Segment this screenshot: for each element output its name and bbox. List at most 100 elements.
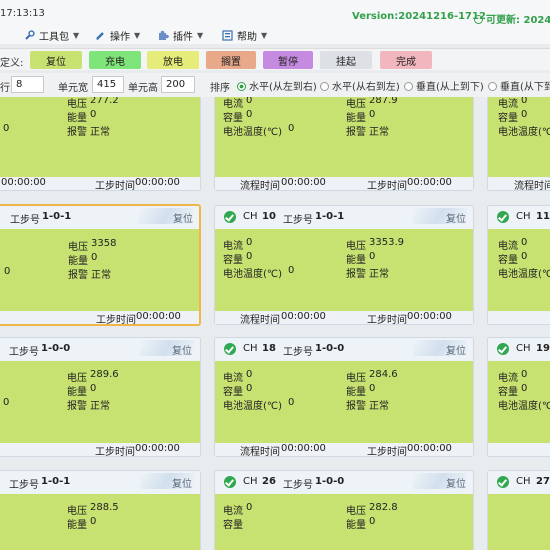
flow-time-label: 流程时间 [240, 181, 280, 192]
check-circle-icon [497, 476, 509, 488]
channel-card-footer: 流程时间 00:00:00 工步时间 00:00:00 [215, 311, 473, 326]
wrench-icon [24, 29, 35, 41]
channel-card[interactable]: CH 18 工步号 1-0-0 复位 电流 0 电压 284.6 容量 0 能量… [214, 337, 474, 458]
check-circle-icon [224, 211, 236, 223]
battery-temp-label: 电池温度(℃) [498, 269, 550, 280]
pencil-icon [95, 30, 106, 41]
menu-operate-label: 操作 [110, 31, 130, 43]
alarm-value: 正常 [90, 401, 110, 412]
step-time-value: 00:00:00 [135, 443, 180, 454]
sort-horizontal-ltr-label: 水平(从左到右) [249, 82, 317, 93]
channel-card-header: CH 27 [488, 471, 550, 494]
voltage-value: 287.9 [369, 97, 398, 106]
menu-operate[interactable]: 操作 ▼ [95, 29, 141, 43]
reset-link[interactable]: 复位 [173, 210, 193, 225]
channel-card[interactable]: 电压 277.2 能量 0 0 报警 正常 00:00:00 工步时间 00:0… [0, 97, 201, 192]
capacity-label: 容量 [223, 255, 243, 266]
menu-bar: 17:13:13 工具包 ▼ 操作 ▼ 插件 ▼ 帮助 ▼ Version:20… [0, 0, 550, 44]
flow-time-value: 00:00:00 [1, 177, 46, 188]
channel-card-body [215, 494, 473, 550]
status-complete-button[interactable]: 完成 [380, 51, 432, 69]
capacity-value: 0 [246, 251, 253, 262]
menu-plugin[interactable]: 插件 ▼ [158, 29, 203, 43]
voltage-value: 284.6 [369, 369, 398, 380]
channel-card[interactable]: CH 19 电流 0 容量 0 电池温度(℃) [487, 337, 550, 457]
energy-label: 能量 [346, 113, 366, 124]
step-label: 工步号 [283, 347, 313, 358]
status-rest-button[interactable]: 搁置 [206, 51, 256, 69]
reset-link[interactable]: 复位 [172, 475, 192, 490]
step-time-value: 00:00:00 [136, 311, 181, 322]
ch-label: CH [516, 343, 531, 354]
reset-link[interactable]: 复位 [446, 210, 466, 225]
capacity-label: 容量 [498, 255, 518, 266]
radio-icon [488, 82, 497, 91]
battery-temp-label: 电池温度(℃) [498, 127, 550, 138]
step-time-label: 工步时间 [367, 315, 407, 326]
sort-vertical-btt-label: 垂直(从下到 [500, 82, 550, 93]
energy-value: 0 [90, 516, 97, 527]
status-suspend-button[interactable]: 挂起 [320, 51, 372, 69]
sort-horizontal-rtl-radio[interactable]: 水平(从右到左) [320, 78, 400, 93]
puzzle-icon [158, 30, 169, 41]
step-time-label: 工步时间 [367, 447, 407, 458]
alarm-value: 正常 [369, 269, 389, 280]
menu-help[interactable]: 帮助 ▼ [222, 29, 268, 43]
ch-label: CH [516, 211, 531, 222]
current-label: 电流 [223, 506, 243, 517]
sort-vertical-btt-radio[interactable]: 垂直(从下到 [488, 78, 550, 93]
channel-card[interactable]: 电流 0 电压 287.9 容量 0 能量 0 电池温度(℃) 0 报警 正常 … [214, 97, 474, 192]
reset-link[interactable]: 复位 [446, 342, 466, 357]
status-charge-button[interactable]: 充电 [89, 51, 141, 69]
alarm-label: 报警 [346, 401, 366, 412]
capacity-label: 容量 [223, 113, 243, 124]
alarm-label: 报警 [67, 401, 87, 412]
step-time-value: 00:00:00 [407, 177, 452, 188]
flow-time-label: 流程时间 [240, 315, 280, 326]
step-time-label: 工步时间 [95, 181, 135, 192]
temp-value: 0 [3, 123, 10, 134]
radio-selected-icon [237, 82, 246, 91]
update-link[interactable]: 可更新: 20241 [474, 11, 550, 26]
status-pause-button[interactable]: 暂停 [263, 51, 313, 69]
sort-horizontal-ltr-radio[interactable]: 水平(从左到右) [237, 78, 317, 93]
reset-link[interactable]: 复位 [172, 342, 192, 357]
channel-card-header: CH 10 工步号 1-0-1 复位 [215, 206, 473, 229]
energy-value: 0 [369, 383, 376, 394]
version-text: Version:20241216-1712 [352, 11, 486, 22]
channel-card-selected[interactable]: 工步号 1-0-1 复位 电压 3358 能量 0 0 报警 正常 工步时间 0… [0, 204, 201, 326]
battery-temp-value: 0 [288, 397, 295, 408]
ch-number: 19 [536, 343, 550, 354]
current-value: 0 [246, 97, 253, 106]
chevron-down-icon: ▼ [261, 30, 268, 40]
chevron-down-icon: ▼ [134, 30, 141, 40]
channel-card[interactable]: CH 11 电流 0 容量 0 电池温度(℃) [487, 205, 550, 325]
ch-label: CH [243, 343, 258, 354]
menu-toolkit[interactable]: 工具包 ▼ [24, 29, 79, 43]
cell-width-input[interactable]: 415 [92, 76, 124, 93]
voltage-label: 电压 [346, 241, 366, 252]
status-reset-button[interactable]: 复位 [30, 51, 82, 69]
battery-temp-label: 电池温度(℃) [223, 401, 283, 412]
status-legend-bar: 定义: 复位 充电 放电 搁置 暂停 挂起 完成 [0, 48, 550, 70]
channel-card[interactable]: CH 27 [487, 470, 550, 550]
rows-input[interactable]: 8 [11, 76, 44, 93]
flow-time-value: 00:00:00 [281, 311, 326, 322]
channel-card[interactable]: 工步号 1-0-0 复位 电压 289.6 能量 0 0 报警 正常 工步时间 … [0, 337, 201, 458]
step-time-label: 工步时间 [96, 315, 136, 326]
channel-card[interactable]: CH 10 工步号 1-0-1 复位 电流 0 电压 3353.9 容量 0 能… [214, 205, 474, 326]
channel-card[interactable]: 工步号 1-0-1 复位 电压 288.5 能量 0 [0, 470, 201, 550]
battery-temp-value: 0 [288, 265, 295, 276]
sort-horizontal-rtl-label: 水平(从右到左) [332, 82, 400, 93]
status-discharge-button[interactable]: 放电 [147, 51, 199, 69]
cell-height-label: 单元高 [128, 83, 158, 94]
channel-card[interactable]: 电流 0 容量 0 电池温度(℃) 流程时间 [487, 97, 550, 192]
cell-height-input[interactable]: 200 [161, 76, 195, 93]
temp-value: 0 [4, 266, 11, 277]
channel-card-footer: 流程时间 [488, 177, 550, 192]
channel-card[interactable]: CH 26 工步号 1-0-0 复位 电流 0 电压 282.8 容量 能量 0 [214, 470, 474, 550]
step-label: 工步号 [9, 480, 39, 491]
sort-vertical-ttb-radio[interactable]: 垂直(从上到下) [404, 78, 484, 93]
battery-temp-label: 电池温度(℃) [498, 401, 550, 412]
reset-link[interactable]: 复位 [446, 475, 466, 490]
